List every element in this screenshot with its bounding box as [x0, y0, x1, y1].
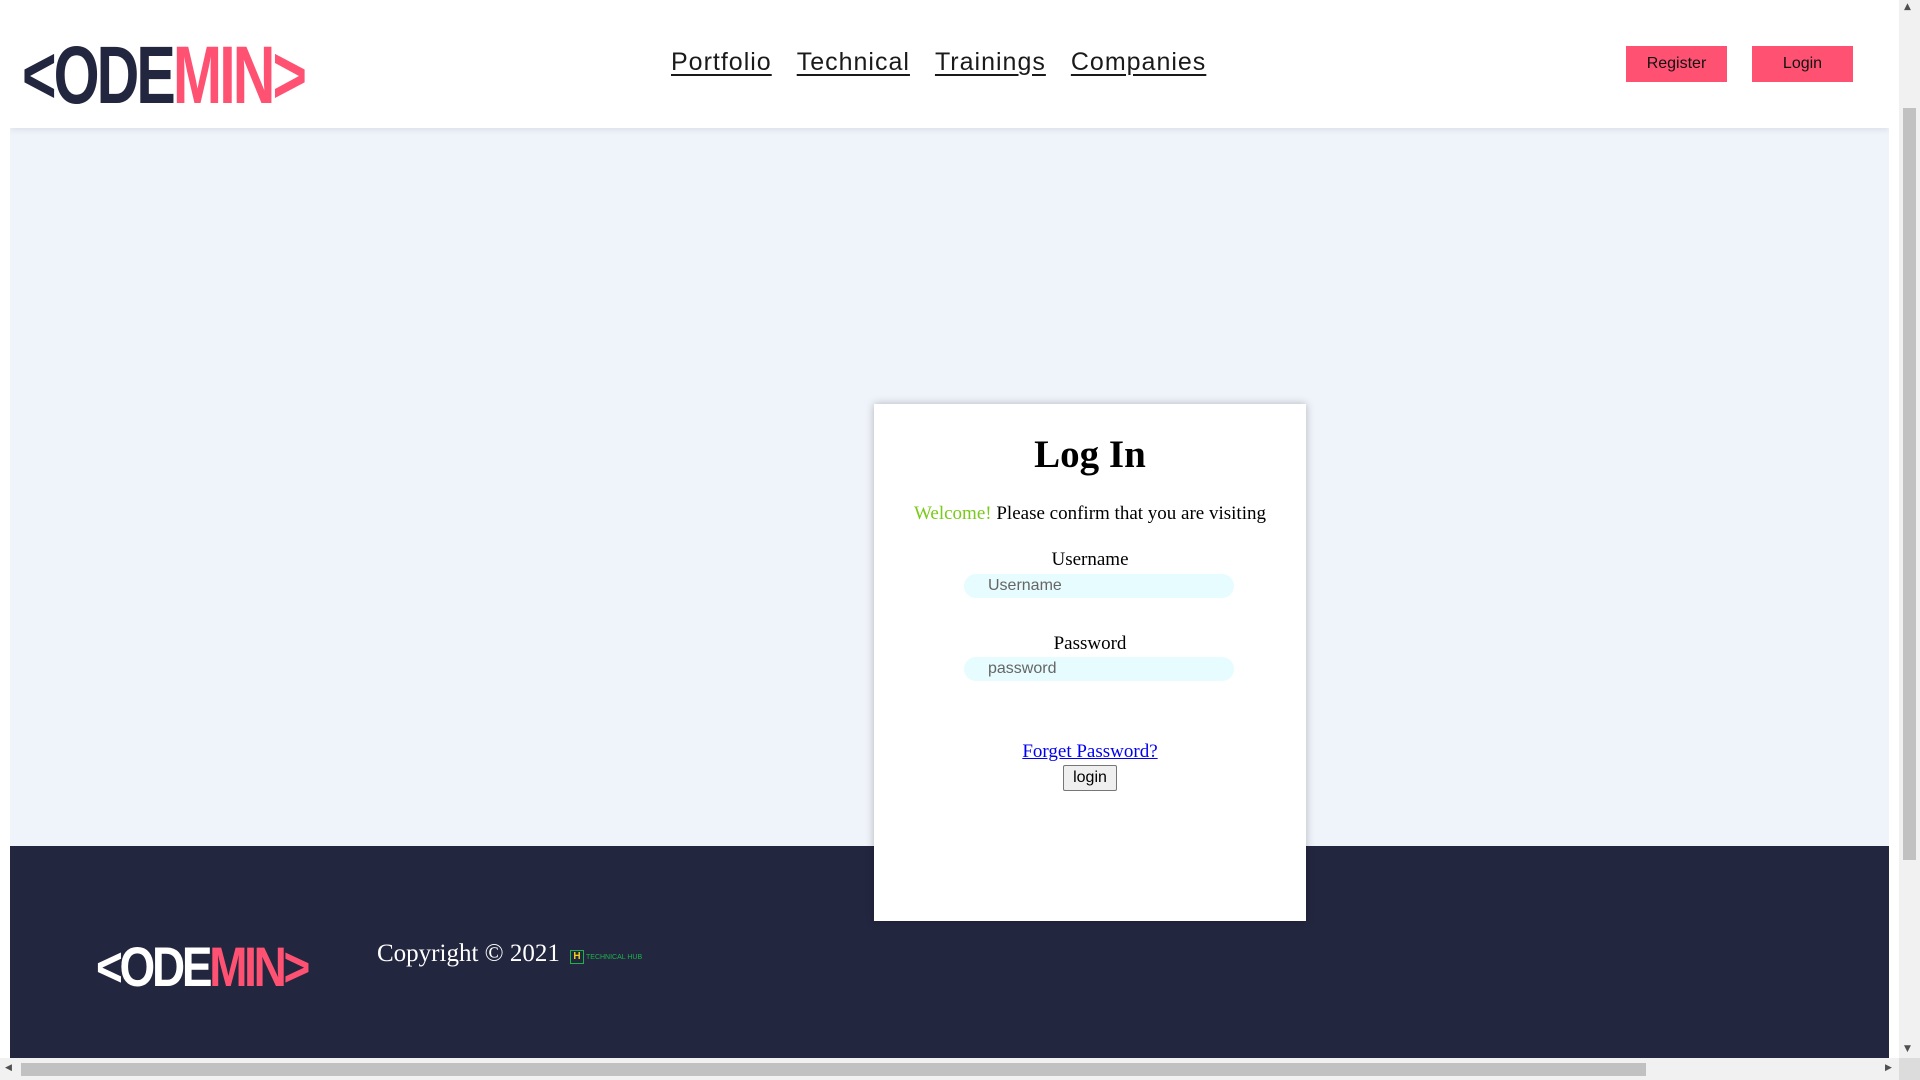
register-button[interactable]: Register	[1626, 46, 1727, 82]
nav-technical[interactable]: Technical	[797, 48, 910, 77]
horizontal-scroll-thumb[interactable]	[21, 1063, 1646, 1076]
scroll-left-icon[interactable]: ◀	[5, 1063, 12, 1073]
nav-companies[interactable]: Companies	[1071, 48, 1206, 77]
horizontal-scrollbar[interactable]: ◀ ▶	[0, 1058, 1899, 1080]
footer-logo-light-text: <ODE	[96, 934, 212, 998]
site-header: <ODE MIN> Portfolio Technical Trainings C…	[10, 0, 1889, 128]
scrollbar-corner	[1899, 1058, 1920, 1080]
nav-portfolio[interactable]: Portfolio	[671, 48, 772, 77]
footer-logo: <ODE MIN>	[96, 934, 310, 998]
password-label: Password	[1053, 633, 1127, 654]
password-input[interactable]	[964, 657, 1234, 681]
logo-dark-text: <ODE	[22, 30, 176, 121]
scroll-up-icon[interactable]: ▲	[1904, 2, 1911, 12]
vertical-scrollbar[interactable]: ▲ ▼	[1899, 0, 1920, 1058]
header-logo[interactable]: <ODE MIN>	[22, 30, 307, 121]
vertical-scroll-thumb[interactable]	[1903, 108, 1916, 860]
technical-hub-badge: H TECHNICAL HUB	[570, 950, 642, 964]
username-input[interactable]	[964, 574, 1234, 598]
page: <ODE MIN> Portfolio Technical Trainings C…	[10, 0, 1889, 1058]
technical-hub-text: TECHNICAL HUB	[586, 953, 643, 961]
login-title: Log In	[1034, 433, 1146, 476]
scroll-down-icon[interactable]: ▼	[1904, 1044, 1911, 1054]
forgot-password: Forget Password?	[874, 741, 1306, 763]
scroll-right-icon[interactable]: ▶	[1885, 1063, 1892, 1073]
login-submit-button[interactable]: login	[1063, 765, 1117, 791]
welcome-message: Welcome! Please confirm that you are vis…	[874, 503, 1306, 525]
welcome-text: Please confirm that you are visiting	[991, 503, 1266, 524]
main-nav: Portfolio Technical Trainings Companies	[671, 48, 1206, 77]
footer-logo-pink-text: MIN>	[209, 934, 310, 998]
login-card: Log In Welcome! Please confirm that you …	[874, 404, 1306, 921]
technical-hub-icon: H	[570, 950, 584, 964]
welcome-highlight: Welcome!	[914, 503, 992, 524]
forgot-password-link[interactable]: Forget Password?	[1022, 741, 1157, 762]
nav-trainings[interactable]: Trainings	[935, 48, 1046, 77]
username-label: Username	[1051, 549, 1129, 570]
header-login-button[interactable]: Login	[1752, 46, 1853, 82]
copyright-text: Copyright © 2021	[377, 940, 560, 967]
logo-pink-text: MIN>	[172, 30, 307, 121]
